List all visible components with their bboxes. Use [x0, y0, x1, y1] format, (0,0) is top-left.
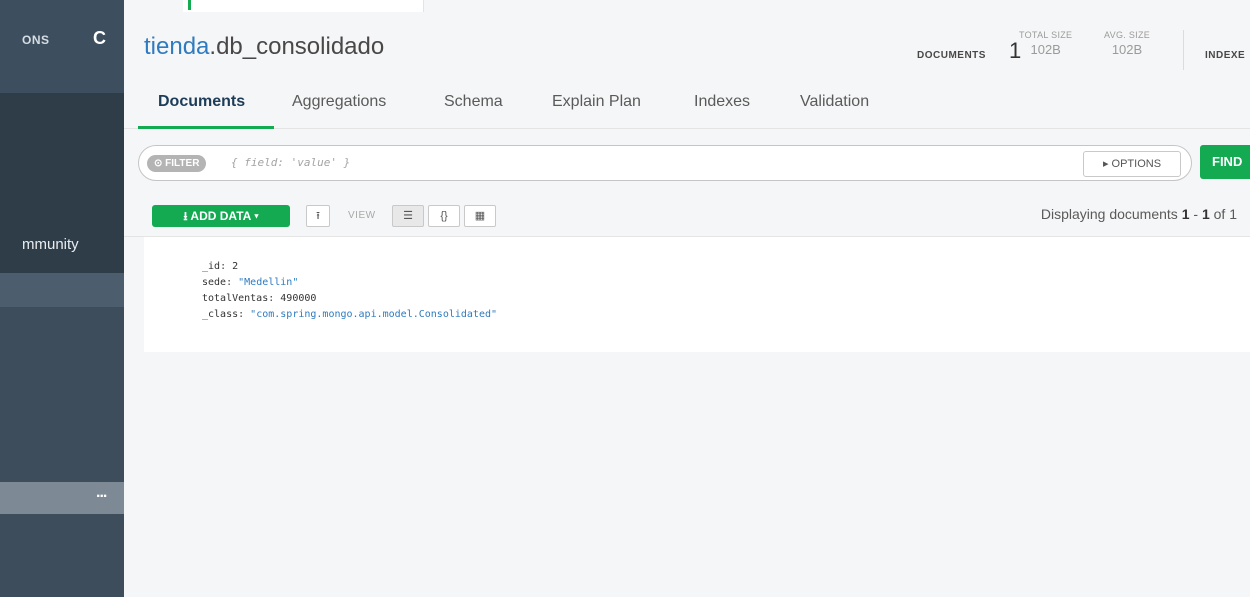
add-data-label: ADD DATA: [190, 209, 251, 223]
document-field: sede: "Medellin": [202, 277, 299, 288]
document-card[interactable]: _id: 2 sede: "Medellin" totalVentas: 490…: [144, 237, 1250, 352]
displaying-from: 1: [1181, 206, 1190, 222]
field-value[interactable]: 2: [232, 261, 238, 272]
caret-down-icon: ▾: [254, 209, 259, 223]
displaying-prefix: Displaying documents: [1040, 206, 1182, 222]
field-key: sede: [202, 277, 227, 288]
list-view-button[interactable]: ☰: [392, 205, 424, 227]
workspace-tab-indicator: [188, 0, 191, 10]
main-panel: tienda.db_consolidado DOCUMENTS 1 TOTAL …: [124, 0, 1250, 597]
stats-divider: [1183, 30, 1184, 70]
field-value[interactable]: "com.spring.mongo.api.model.Consolidated…: [250, 309, 497, 320]
view-label: VIEW: [348, 210, 376, 221]
field-key: _id: [202, 261, 221, 272]
tab-documents[interactable]: Documents: [158, 93, 245, 111]
table-view-button[interactable]: ▦: [464, 205, 496, 227]
tab-validation[interactable]: Validation: [800, 93, 869, 111]
field-value[interactable]: 490000: [280, 293, 316, 304]
filter-label: ⊙ FILTER: [147, 155, 207, 172]
export-button[interactable]: ⭱: [306, 205, 330, 227]
filter-input[interactable]: { field: 'value' }: [231, 156, 350, 169]
more-options-icon[interactable]: ...: [96, 484, 107, 502]
table-icon: ▦: [474, 210, 486, 222]
tab-schema[interactable]: Schema: [444, 93, 503, 111]
total-size-value: 102B: [1030, 42, 1061, 57]
active-tab-underline: [138, 126, 274, 129]
list-icon: ☰: [403, 210, 413, 222]
total-size-stat: TOTAL SIZE 102B: [1019, 30, 1072, 57]
field-key: totalVentas: [202, 293, 269, 304]
document-field: _id: 2: [202, 261, 239, 272]
displaying-suffix: of 1: [1209, 206, 1237, 222]
documents-toolbar: ⭳ ADD DATA ▾ ⭱ VIEW ☰ {} ▦ Displaying do…: [124, 196, 1250, 236]
find-button[interactable]: FIND: [1200, 145, 1250, 179]
document-field: _class: "com.spring.mongo.api.model.Cons…: [202, 309, 498, 320]
filter-bar[interactable]: ⊙ FILTER { field: 'value' } ▸ OPTIONS: [138, 145, 1192, 181]
tabs-divider: [124, 128, 1250, 129]
sidebar-item-highlight[interactable]: [0, 273, 124, 307]
sidebar-item-community[interactable]: mmunity: [22, 236, 79, 253]
displaying-to: 1: [1201, 206, 1210, 222]
download-icon: ⭳: [183, 209, 188, 223]
collection-name: db_consolidado: [216, 33, 385, 60]
displaying-separator: -: [1189, 206, 1202, 222]
page-title: tienda.db_consolidado: [144, 33, 384, 61]
document-field: totalVentas: 490000: [202, 293, 317, 304]
total-size-label: TOTAL SIZE: [1019, 30, 1073, 40]
avg-size-label: AVG. SIZE: [1104, 30, 1151, 40]
workspace-tab-active[interactable]: [183, 0, 424, 12]
sidebar-section-label: ONS: [22, 33, 50, 47]
avg-size-value: 102B: [1111, 42, 1143, 57]
options-button[interactable]: ▸ OPTIONS: [1083, 151, 1181, 177]
json-view-button[interactable]: {}: [428, 205, 460, 227]
tab-aggregations[interactable]: Aggregations: [292, 93, 386, 111]
upload-icon: ⭱: [316, 210, 320, 222]
sidebar: ONS C mmunity ...: [0, 0, 124, 597]
documents-count-label: DOCUMENTS: [917, 50, 986, 61]
indexes-count-label: INDEXE: [1205, 50, 1246, 61]
tab-indexes[interactable]: Indexes: [694, 93, 750, 111]
filter-pill-text: FILTER: [165, 158, 200, 169]
database-name[interactable]: tienda: [144, 33, 209, 60]
field-value[interactable]: "Medellin": [238, 277, 298, 288]
pagination-summary: Displaying documents 1 - 1 of 1: [1041, 206, 1237, 222]
field-key: _class: [202, 309, 239, 320]
add-data-button[interactable]: ⭳ ADD DATA ▾: [152, 205, 290, 227]
avg-size-stat: AVG. SIZE 102B: [1104, 30, 1150, 57]
refresh-icon[interactable]: C: [93, 28, 106, 49]
braces-icon: {}: [440, 210, 448, 222]
tab-explain-plan[interactable]: Explain Plan: [552, 93, 641, 111]
